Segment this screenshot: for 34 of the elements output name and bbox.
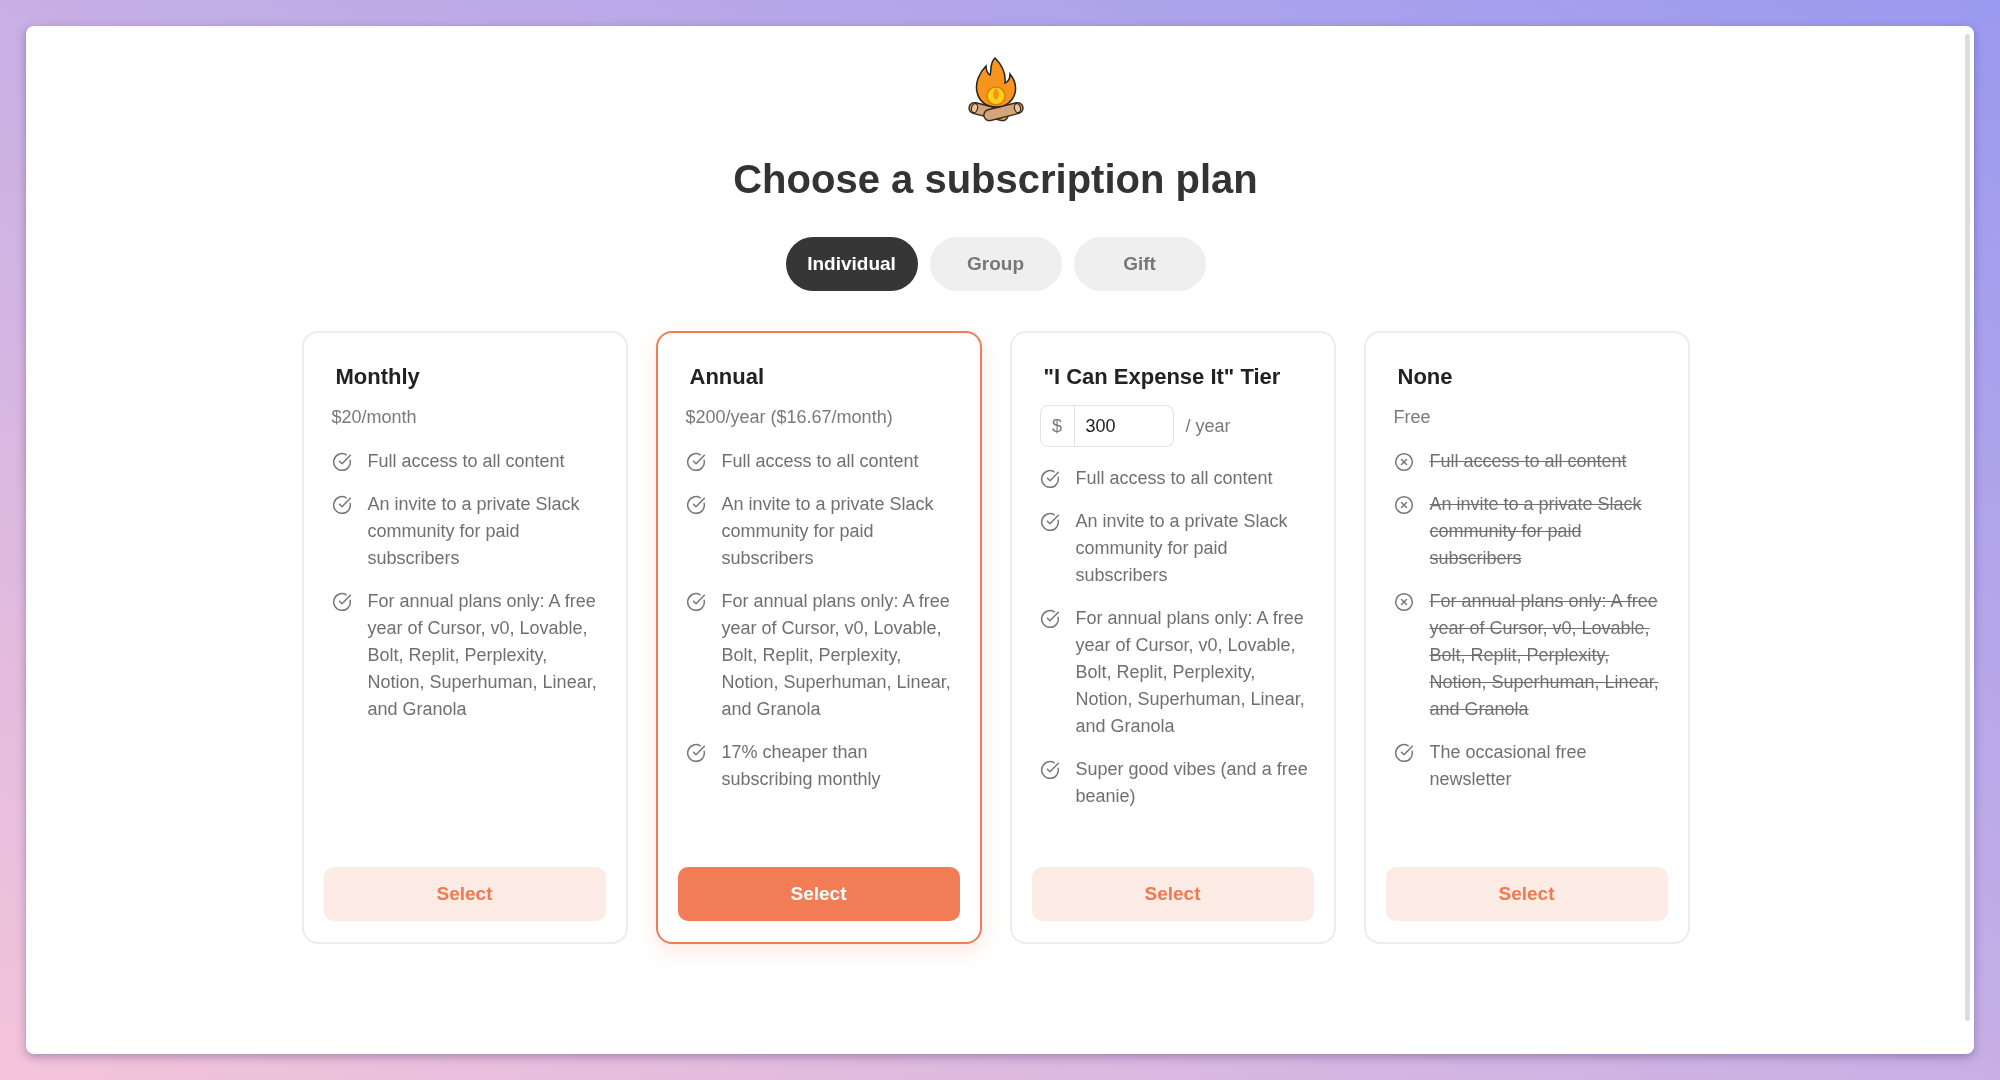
feature-text: An invite to a private Slack community for paid subscribers: [721, 493, 935, 570]
select-button[interactable]: Select: [677, 867, 960, 921]
currency-addon: $: [1039, 405, 1075, 447]
plan-tab[interactable]: Group: [929, 237, 1062, 291]
plan-price: $20/month: [331, 406, 418, 429]
amount-input[interactable]: 300: [1074, 405, 1174, 447]
price-unit: / year: [1185, 414, 1231, 438]
feature-text: An invite to a private Slack community for paid subscribers: [1429, 493, 1643, 570]
page-title: Choose a subscription plan: [733, 156, 1258, 203]
plan-tab[interactable]: Gift: [1073, 237, 1206, 291]
plan-tab[interactable]: Individual: [785, 237, 918, 291]
scrollbar-thumb[interactable]: [1965, 34, 1970, 1021]
feature-text: Full access to all content: [1075, 467, 1274, 490]
feature-text: 17% cheaper than subscribing monthly: [721, 741, 882, 791]
feature-text: For annual plans only: A free year of Cursor, v0, Lovable, Bolt, Replit, Perplexity, Notion, Superhuman, Linear, and Granola: [1429, 590, 1660, 721]
select-button[interactable]: Select: [1031, 867, 1314, 921]
feature-text: Full access to all content: [367, 450, 566, 473]
select-button[interactable]: Select: [323, 867, 606, 921]
feature-text: For annual plans only: A free year of Cursor, v0, Lovable, Bolt, Replit, Perplexity, Notion, Superhuman, Linear, and Granola: [721, 590, 952, 721]
feature-text: For annual plans only: A free year of Cursor, v0, Lovable, Bolt, Replit, Perplexity, Notion, Superhuman, Linear, and Granola: [367, 590, 598, 721]
feature-text: An invite to a private Slack community for paid subscribers: [1075, 510, 1289, 587]
plan-title: "I Can Expense It" Tier: [1042, 363, 1282, 391]
feature-text: For annual plans only: A free year of Cursor, v0, Lovable, Bolt, Replit, Perplexity, Notion, Superhuman, Linear, and Granola: [1075, 607, 1306, 738]
plan-title: Annual: [688, 363, 766, 391]
plan-title: Monthly: [334, 363, 421, 391]
select-button[interactable]: Select: [1385, 867, 1668, 921]
feature-text: Full access to all content: [1429, 450, 1628, 473]
plan-price: Free: [1393, 406, 1432, 429]
feature-text: The occasional free newsletter: [1429, 741, 1588, 791]
feature-text: An invite to a private Slack community for paid subscribers: [367, 493, 581, 570]
feature-text: Super good vibes (and a free beanie): [1075, 758, 1309, 808]
plan-price: $200/year ($16.67/month): [685, 406, 894, 429]
plan-title: None: [1396, 363, 1454, 391]
feature-text: Full access to all content: [721, 450, 920, 473]
